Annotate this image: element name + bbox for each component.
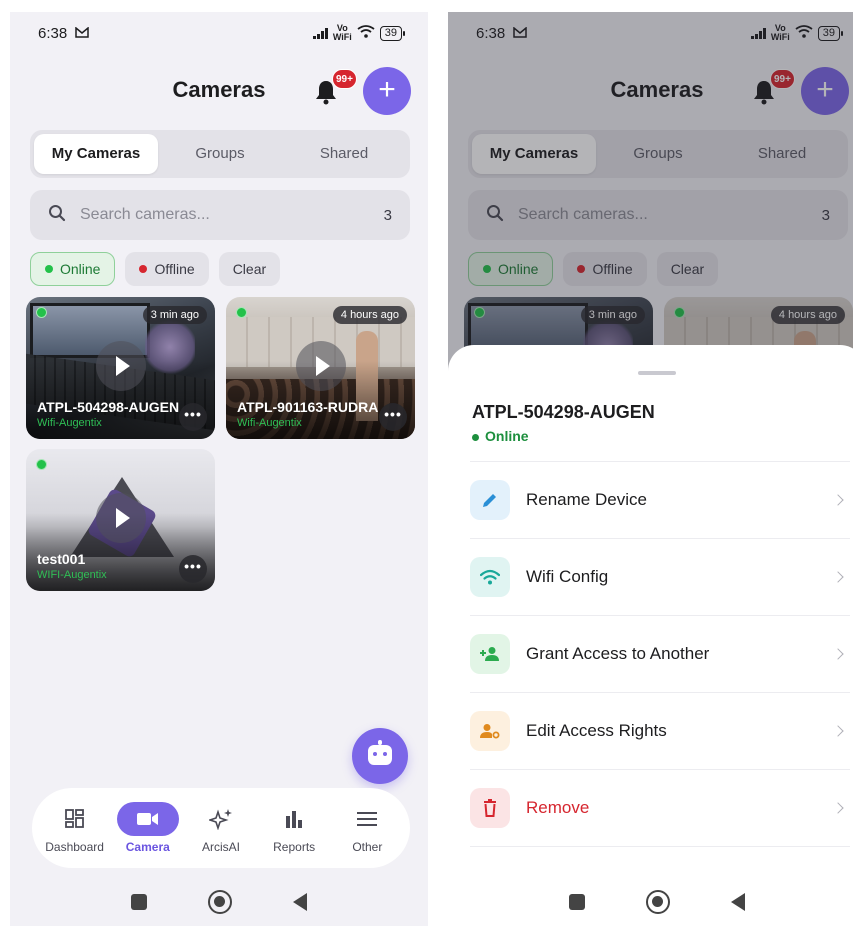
- recents-icon[interactable]: [568, 894, 585, 910]
- camera-card[interactable]: 4 hours ago ATPL-901163-RUDRA Wifi-Augen…: [226, 297, 415, 439]
- robot-icon: [368, 740, 392, 765]
- camera-options-sheet: ATPL-504298-AUGEN Online Rename Device W…: [448, 345, 853, 926]
- tab-my-cameras[interactable]: My Cameras: [34, 134, 158, 174]
- search-bar: 3: [30, 190, 410, 240]
- status-filters: Online Offline Clear: [30, 252, 281, 286]
- nav-camera[interactable]: Camera: [113, 802, 183, 854]
- recents-icon[interactable]: [130, 894, 147, 910]
- chevron-right-icon: [832, 494, 844, 506]
- status-bar: 6:38 Vo WiFi 39: [10, 12, 428, 54]
- online-dot-icon: [45, 265, 53, 273]
- online-dot-icon: [472, 433, 479, 441]
- back-icon[interactable]: [731, 893, 746, 911]
- camera-name: ATPL-901163-RUDRA: [237, 399, 379, 415]
- camera-network: Wifi-Augentix: [37, 417, 102, 429]
- filter-offline-chip[interactable]: Offline: [125, 252, 209, 286]
- edit-access-rights-item[interactable]: Edit Access Rights: [470, 693, 850, 770]
- sheet-camera-name: ATPL-504298-AUGEN: [472, 402, 655, 422]
- ai-assistant-button[interactable]: [352, 728, 408, 784]
- filter-clear-chip[interactable]: Clear: [218, 252, 281, 286]
- nav-arcisai[interactable]: ArcisAI: [186, 802, 256, 854]
- vowifi-icon: Vo WiFi: [332, 23, 352, 42]
- cameras-screen: 6:38 Vo WiFi 39 Cameras 99+ + My Cameras …: [10, 12, 428, 926]
- camera-card[interactable]: 3 min ago ATPL-504298-AUGEN Wifi-Augenti…: [26, 297, 215, 439]
- nav-dashboard[interactable]: Dashboard: [40, 802, 110, 854]
- sheet-camera-status: Online: [472, 428, 529, 444]
- offline-dot-icon: [139, 265, 148, 273]
- wifi-icon: [470, 557, 510, 597]
- add-person-icon: [470, 634, 510, 674]
- trash-icon: [470, 788, 510, 828]
- wifi-status-icon: [357, 25, 375, 41]
- online-status-dot: [36, 307, 47, 318]
- more-options-button[interactable]: •••: [179, 403, 207, 431]
- last-seen-badge: 3 min ago: [142, 306, 207, 324]
- menu-icon: [332, 802, 402, 836]
- online-status-dot: [236, 307, 247, 318]
- camera-network: Wifi-Augentix: [237, 417, 302, 429]
- person-settings-icon: [470, 711, 510, 751]
- play-icon[interactable]: [296, 341, 346, 391]
- notification-badge: 99+: [332, 69, 357, 89]
- bottom-nav: Dashboard Camera ArcisAI Reports Other: [32, 788, 410, 868]
- nav-reports[interactable]: Reports: [259, 802, 329, 854]
- camera-options-menu: Rename Device Wifi Config Grant Access t…: [470, 461, 850, 847]
- online-status-dot: [36, 459, 47, 470]
- last-seen-badge: 4 hours ago: [332, 306, 407, 324]
- nav-other[interactable]: Other: [332, 802, 402, 854]
- grant-access-item[interactable]: Grant Access to Another: [470, 616, 850, 693]
- system-nav-bar: [10, 878, 428, 926]
- camera-options-screen: 6:38 Vo WiFi 39 Cameras 99+ + My Cameras …: [448, 12, 853, 926]
- wifi-config-item[interactable]: Wifi Config: [470, 539, 850, 616]
- home-icon[interactable]: [207, 890, 232, 914]
- more-options-button[interactable]: •••: [179, 555, 207, 583]
- bar-chart-icon: [259, 802, 329, 836]
- chevron-right-icon: [832, 571, 844, 583]
- sheet-drag-handle[interactable]: [638, 371, 676, 375]
- camera-name: test001: [37, 551, 86, 567]
- signal-icon: [312, 27, 328, 39]
- filter-online-chip[interactable]: Online: [30, 252, 116, 286]
- play-icon[interactable]: [96, 341, 146, 391]
- search-icon: [48, 204, 66, 227]
- camera-tabs: My Cameras Groups Shared: [30, 130, 410, 178]
- chevron-right-icon: [832, 725, 844, 737]
- home-icon[interactable]: [645, 890, 670, 914]
- play-icon[interactable]: [96, 493, 146, 543]
- search-input[interactable]: [80, 206, 384, 224]
- tab-shared[interactable]: Shared: [282, 134, 406, 174]
- remove-device-item[interactable]: Remove: [470, 770, 850, 847]
- sparkle-icon: [186, 802, 256, 836]
- system-nav-bar: [448, 878, 853, 926]
- rename-device-item[interactable]: Rename Device: [470, 462, 850, 539]
- camera-network: WIFI-Augentix: [37, 569, 107, 581]
- back-icon[interactable]: [293, 893, 308, 911]
- battery-icon: 39: [379, 25, 406, 41]
- chevron-right-icon: [832, 648, 844, 660]
- more-options-button[interactable]: •••: [379, 403, 407, 431]
- status-time: 6:38: [38, 24, 68, 42]
- camera-count: 3: [383, 206, 392, 224]
- chevron-right-icon: [832, 802, 844, 814]
- camera-card[interactable]: test001 WIFI-Augentix •••: [26, 449, 215, 591]
- tab-groups[interactable]: Groups: [158, 134, 282, 174]
- pencil-icon: [470, 480, 510, 520]
- dashboard-icon: [40, 802, 110, 836]
- gmail-icon: [75, 25, 89, 42]
- camera-name: ATPL-504298-AUGEN: [37, 399, 180, 415]
- add-camera-button[interactable]: +: [363, 67, 411, 115]
- app-header: Cameras 99+ +: [10, 67, 428, 117]
- video-camera-icon: [116, 802, 179, 836]
